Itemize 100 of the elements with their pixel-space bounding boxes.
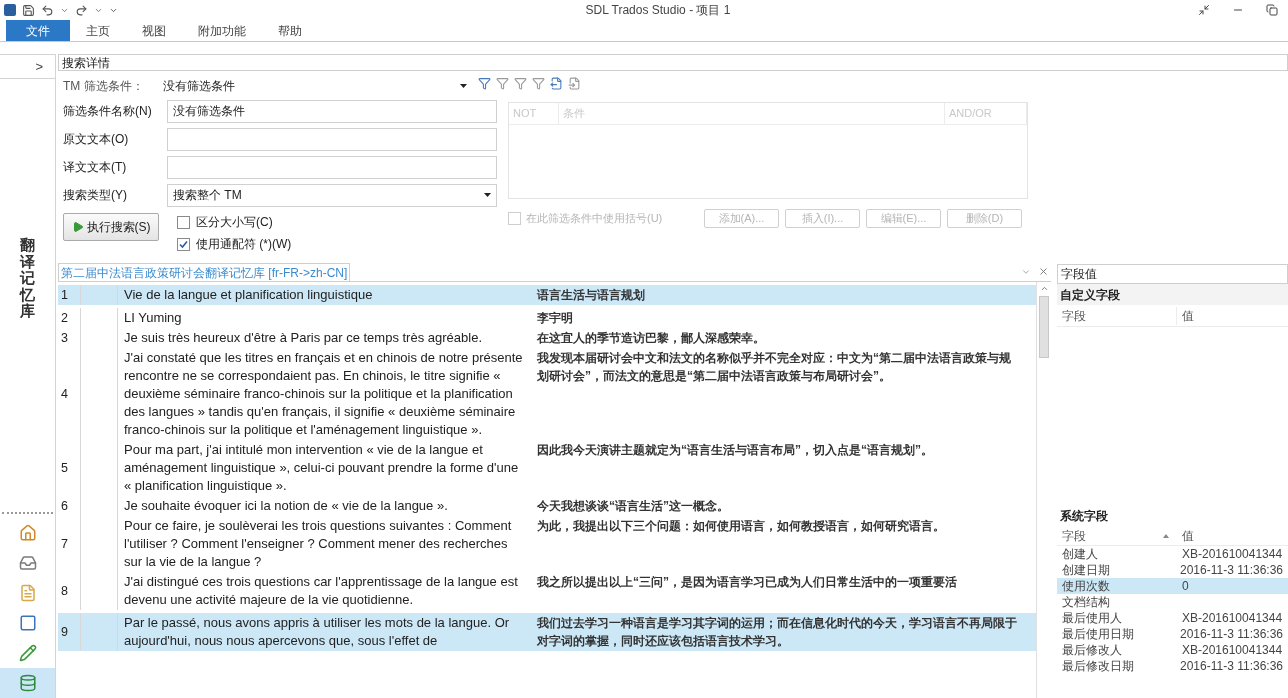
field-name: 最后使用日期: [1061, 626, 1135, 643]
square-icon: [18, 614, 37, 632]
field-label: 译文文本(T): [63, 159, 128, 176]
source-cell-text: J'ai distingué ces trois questions car l'apprentissage de la langue est devenu une activité majeure de la vie quotidienne.: [123, 573, 519, 609]
ribbon-toggle-icon[interactable]: [1198, 4, 1210, 16]
pencil-icon: [18, 644, 37, 662]
column-header: 值: [1181, 307, 1195, 325]
field-name: 最后使用人: [1061, 610, 1123, 627]
field-name: 最后修改日期: [1061, 658, 1135, 675]
target-cell-text: 李宇明: [536, 310, 574, 327]
row-number: 4: [58, 348, 81, 440]
run-search-button[interactable]: 执行搜索(S): [63, 213, 159, 241]
field-label: TM 筛选条件：: [63, 78, 145, 95]
source-cell-text: Je suis très heureux d'être à Paris par ce temps très agréable.: [123, 329, 483, 347]
target-cell-text: 今天我想谈谈“语言生活”这一概念。: [536, 498, 730, 515]
column-header: 字段: [1061, 528, 1087, 545]
filter-icon[interactable]: [532, 77, 545, 90]
source-cell-text: Vie de la langue et planification linguistique: [123, 286, 374, 304]
checkbox[interactable]: [177, 237, 190, 251]
row-number: 6: [58, 496, 81, 516]
field-value: 2016-11-3 11:36:36: [1179, 562, 1284, 579]
grid-row[interactable]: 8 J'ai distingué ces trois questions car l'apprentissage de la langue est devenu une activité majeure de la vie quotidienne. 我之所以提出以上“三问”，是因为语言学习已成为人们日常生活中的一项重要活: [58, 572, 1036, 610]
source-cell-text: Je souhaite évoquer ici la notion de « vie de la langue ».: [123, 497, 449, 515]
redo-icon[interactable]: [75, 3, 88, 17]
grid-row[interactable]: 1 Vie de la langue et planification linguistique 语言生活与语言规划: [58, 285, 1036, 305]
document-tab[interactable]: 第二届中法语言政策研讨会翻译记忆库 [fr-FR->zh-CN]: [58, 263, 351, 281]
field-row[interactable]: 使用次数 0: [1057, 578, 1288, 594]
sidebar-label: 翻译记忆库: [20, 237, 35, 320]
row-number: 7: [58, 516, 81, 572]
grid-row[interactable]: 3 Je suis très heureux d'être à Paris par ce temps très agréable. 在这宜人的季节造访巴黎，鄙人深感荣幸。: [58, 328, 1036, 348]
scrollbar[interactable]: [1036, 282, 1051, 698]
field-label: 搜索类型(Y): [63, 187, 128, 204]
filter-icon[interactable]: [514, 77, 527, 90]
export-icon[interactable]: [550, 77, 563, 90]
field-name: 最后修改人: [1061, 642, 1123, 659]
dropdown-icon[interactable]: [1021, 267, 1031, 277]
panel-title: 字段值: [1057, 264, 1288, 284]
field-row[interactable]: 创建人 XB-201610041344: [1057, 546, 1288, 562]
grid-row[interactable]: 6 Je souhaite évoquer ici la notion de « vie de la langue ». 今天我想谈谈“语言生活”这一概念。: [58, 496, 1036, 516]
play-icon: [71, 221, 84, 233]
option-label: 区分大小写(C): [196, 214, 273, 231]
scrollbar-thumb[interactable]: [1039, 296, 1049, 358]
caret-icon[interactable]: [484, 193, 491, 197]
caret-icon[interactable]: [460, 84, 467, 88]
field-value: 0: [1181, 578, 1190, 595]
field-value: XB-201610041344: [1181, 610, 1284, 627]
close-icon[interactable]: [1038, 266, 1049, 277]
grid-row[interactable]: 9 Par le passé, nous avons appris à utiliser les mots de la langue. Or aujourd'hui, nous nous apercevons que, sous l'effet de 我们过去学习一种语言是学习其字词的运用；而在信息化时代的今天，学习语言不再局限于对字词的掌握，同时还应该包括语言技术学习。: [58, 613, 1036, 651]
column-header: 值: [1181, 528, 1195, 545]
section-header: 搜索详情: [58, 54, 1288, 71]
field-row[interactable]: 文档结构: [1057, 594, 1288, 610]
filter-icon[interactable]: [496, 77, 509, 90]
grid-row[interactable]: 7 Pour ce faire, je soulèverai les trois questions suivantes : Comment l'utiliser ? Comment l'enseigner ? Comment mener des recherches sur la vie de la langue ? 为此，我提出以下三个问题：如何使用语言，如何教授语言，如何研究语言。: [58, 516, 1036, 572]
menu-tab[interactable]: 附加功能: [182, 20, 262, 41]
scroll-up-icon[interactable]: [1039, 284, 1049, 293]
checkbox[interactable]: [177, 215, 190, 229]
file-icon: [18, 584, 37, 602]
text-field[interactable]: 没有筛选条件: [167, 99, 497, 123]
tray-icon: [18, 554, 37, 572]
row-number: 5: [58, 440, 81, 496]
sort-icon[interactable]: [1163, 534, 1169, 538]
field-value: 2016-11-3 11:36:36: [1179, 626, 1284, 643]
field-row[interactable]: 最后使用人 XB-201610041344: [1057, 610, 1288, 626]
app-icon: [4, 4, 16, 16]
restore-icon[interactable]: [1266, 4, 1278, 16]
expand-button[interactable]: >: [0, 55, 55, 79]
source-cell-text: Pour ma part, j'ai intitulé mon intervention « vie de la langue et aménagement linguistique », celui-ci pouvant prendre la forme d'une « planification linguistique ».: [123, 441, 520, 495]
import-icon[interactable]: [568, 77, 581, 90]
menu-tab[interactable]: 主页: [70, 20, 126, 41]
field-label: 原文文本(O): [63, 131, 130, 148]
source-cell-text: Par le passé, nous avons appris à utiliser les mots de la langue. Or aujourd'hui, nous nous apercevons que, sous l'effet de: [123, 614, 511, 650]
field-name: 创建日期: [1061, 562, 1111, 579]
target-cell-text: 我们过去学习一种语言是学习其字词的运用；而在信息化时代的今天，学习语言不再局限于对字词的掌握，同时还应该包括语言技术学习。: [536, 615, 1018, 650]
field-row[interactable]: 创建日期 2016-11-3 11:36:36: [1057, 562, 1288, 578]
nav-button[interactable]: [0, 668, 55, 698]
field-row[interactable]: 最后使用日期 2016-11-3 11:36:36: [1057, 626, 1288, 642]
home-icon: [18, 524, 37, 542]
target-cell-text: 我发现本届研讨会中文和法文的名称似乎并不完全对应：中文为“第二届中法语言政策与规划研讨会”，而法文的意思是“第二届中法语言政策与布局研讨会”。: [536, 350, 1012, 385]
field-row[interactable]: 最后修改人 XB-201610041344: [1057, 642, 1288, 658]
window-title: SDL Trados Studio - 项目 1: [585, 2, 731, 19]
menu-tab[interactable]: 文件: [6, 20, 70, 41]
field-name: 使用次数: [1061, 578, 1111, 595]
row-number: 1: [58, 285, 81, 305]
section-heading: 系统字段: [1059, 508, 1109, 525]
option-label: 使用通配符 (*)(W): [196, 236, 292, 253]
menu-tab[interactable]: 视图: [126, 20, 182, 41]
filter-dropdown[interactable]: 没有筛选条件: [160, 76, 470, 96]
grid-row[interactable]: 2 LI Yuming 李宇明: [58, 308, 1036, 328]
save-icon[interactable]: [22, 3, 35, 17]
text-field[interactable]: [167, 127, 497, 151]
target-cell-text: 在这宜人的季节造访巴黎，鄙人深感荣幸。: [536, 330, 766, 347]
text-field[interactable]: [167, 155, 497, 179]
field-name: 文档结构: [1061, 594, 1111, 611]
row-number: 9: [58, 613, 81, 651]
menu-tab[interactable]: 帮助: [262, 20, 318, 41]
search-type-select[interactable]: 搜索整个 TM: [167, 183, 497, 207]
source-cell-text: J'ai constaté que les titres en français et en chinois de notre présente rencontre ne se correspondaient pas. En chinois, le titre signifie « deuxième séminaire franco-chinois sur la politique et la planification des langues » tandis qu'en français, il signifie « deuxième séminaire franco-chinois sur la politique et l'aménagement linguistique ».: [123, 349, 524, 439]
field-row[interactable]: 最后修改日期 2016-11-3 11:36:36: [1057, 658, 1288, 674]
filter-icon[interactable]: [478, 77, 491, 90]
undo-icon[interactable]: [41, 3, 54, 17]
